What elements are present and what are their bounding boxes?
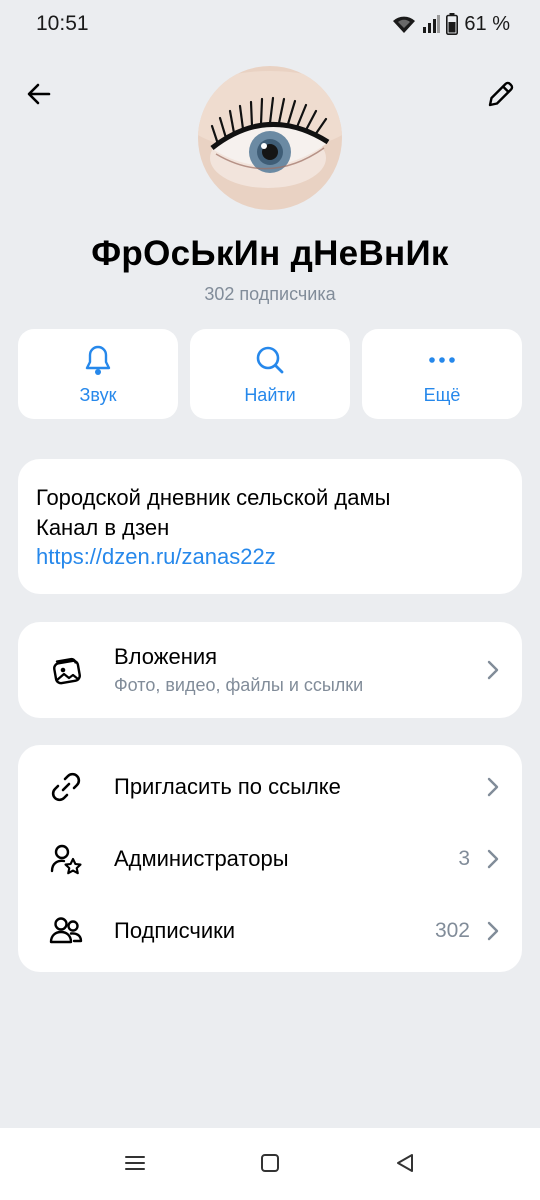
avatar[interactable] — [198, 66, 342, 210]
battery-percent: 61 % — [464, 12, 510, 35]
sound-label: Звук — [79, 384, 117, 405]
status-time: 10:51 — [36, 12, 89, 35]
attachments-subtitle: Фото, видео, файлы и ссылки — [114, 675, 364, 695]
admins-row[interactable]: Администраторы 3 — [18, 823, 522, 895]
description-card: Городской дневник сельской дамы Канал в … — [18, 459, 522, 594]
more-label: Ещё — [423, 384, 461, 405]
back-button[interactable] — [15, 72, 63, 120]
description-line-1: Городской дневник сельской дамы — [36, 485, 391, 510]
attachments-row[interactable]: Вложения Фото, видео, файлы и ссылки — [18, 622, 522, 718]
subscribers-text: Подписчики — [114, 918, 235, 944]
arrow-left-icon — [25, 80, 53, 113]
chevron-right-icon — [487, 849, 499, 869]
attachments-title: Вложения — [114, 644, 218, 669]
wifi-icon — [392, 14, 416, 34]
status-icons: 61 % — [392, 13, 510, 36]
back-nav-button[interactable] — [390, 1150, 420, 1180]
pencil-icon — [486, 79, 516, 114]
subscribers-count: 302 — [434, 919, 470, 942]
users-icon — [48, 913, 84, 949]
sound-button[interactable]: Звук — [18, 329, 178, 419]
more-icon — [428, 343, 456, 377]
home-nav-button[interactable] — [255, 1150, 285, 1180]
attachments-card[interactable]: Вложения Фото, видео, файлы и ссылки — [18, 622, 522, 718]
edit-button[interactable] — [477, 72, 525, 120]
signal-icon — [422, 15, 441, 33]
attachments-text: Вложения Фото, видео, файлы и ссылки — [114, 644, 363, 696]
menu-nav-button[interactable] — [120, 1150, 150, 1180]
search-button[interactable]: Найти — [190, 329, 350, 419]
photos-icon — [48, 652, 84, 688]
more-button[interactable]: Ещё — [362, 329, 522, 419]
home-square-icon — [260, 1153, 280, 1178]
channel-title: ФрОсЬкИн дНеВнИк — [91, 234, 449, 273]
subscriber-count: 302 подписчика — [204, 284, 336, 304]
link-icon — [48, 769, 84, 805]
chevron-right-icon — [487, 777, 499, 797]
admins-text: Администраторы — [114, 846, 289, 872]
battery-icon — [446, 13, 459, 35]
invite-link-label: Пригласить по ссылке — [114, 774, 341, 799]
chevron-right-icon — [487, 660, 499, 680]
invite-link-row[interactable]: Пригласить по ссылке — [18, 751, 522, 823]
subscribers-row[interactable]: Подписчики 302 — [18, 895, 522, 967]
admins-count: 3 — [458, 847, 470, 870]
system-nav-bar — [0, 1128, 540, 1200]
back-triangle-icon — [395, 1152, 415, 1179]
admin-star-icon — [48, 841, 84, 877]
search-icon — [254, 343, 286, 377]
chevron-right-icon — [487, 921, 499, 941]
channel-link[interactable]: https://dzen.ru/zanas22z — [36, 542, 504, 572]
channel-menu-card: Пригласить по ссылке Администраторы 3 По… — [18, 745, 522, 972]
search-label: Найти — [244, 384, 296, 405]
admins-label: Администраторы — [114, 846, 289, 871]
status-bar: 10:51 61 % — [0, 0, 540, 48]
action-buttons: Звук Найти Ещё — [18, 329, 522, 419]
invite-link-text: Пригласить по ссылке — [114, 774, 341, 800]
description-line-2: Канал в дзен — [36, 514, 170, 540]
subscribers-label: Подписчики — [114, 918, 236, 943]
menu-icon — [124, 1154, 146, 1177]
bell-icon — [83, 343, 113, 377]
